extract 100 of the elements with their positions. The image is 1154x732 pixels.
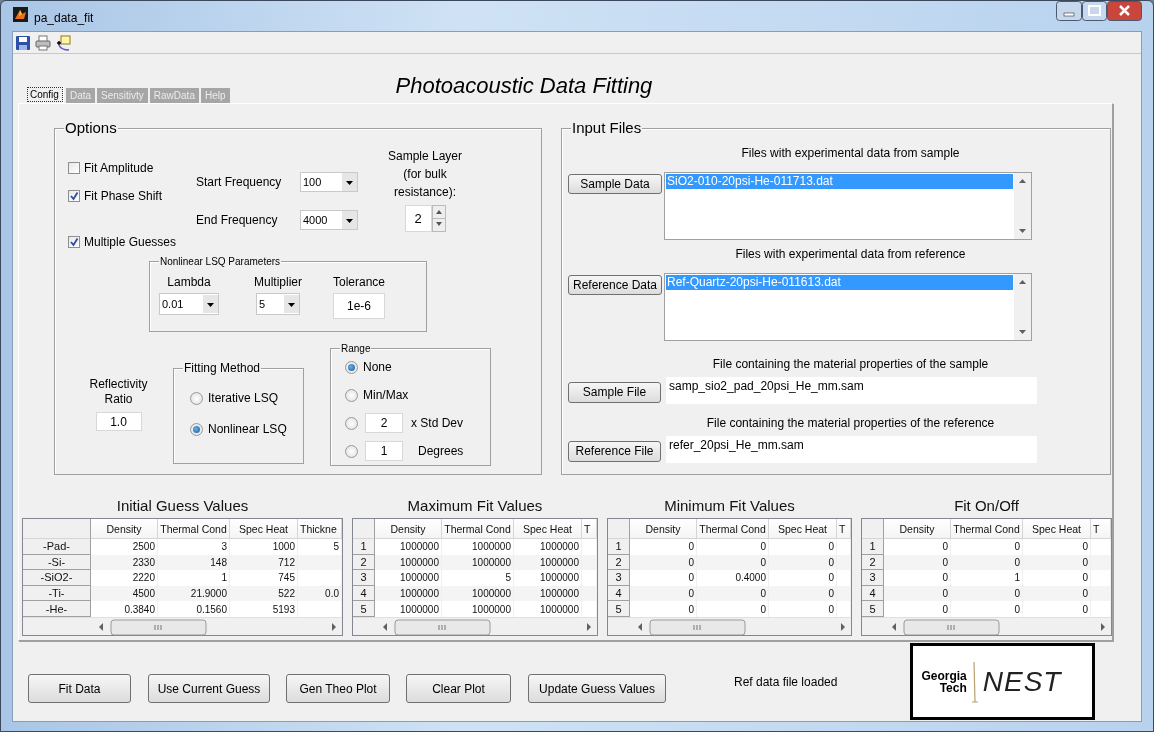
- radio-label: Iterative LSQ: [208, 391, 279, 405]
- table-cell: 0.1560: [158, 601, 230, 617]
- table-cell: 0: [769, 601, 837, 617]
- text-field[interactable]: 1e-6: [333, 293, 385, 319]
- column-header: Density: [630, 519, 697, 539]
- file-field[interactable]: samp_sio2_pad_20psi_He_mm.sam: [666, 377, 1037, 404]
- field-label: Sample Layer (for bulk resistance):: [386, 148, 463, 201]
- table-title: Minimum Fit Values: [664, 496, 795, 516]
- radio-button[interactable]: [345, 360, 358, 374]
- action-button[interactable]: Update Guess Values: [528, 674, 666, 703]
- caret-icon: [342, 210, 357, 229]
- field-label: Multiplier: [254, 275, 302, 289]
- close-icon[interactable]: [1107, 1, 1142, 21]
- row-header: 5: [608, 601, 630, 617]
- table-cell: 1000000: [442, 601, 514, 617]
- table-cell: 1000000: [375, 601, 442, 617]
- caption-text: Files with experimental data from reference: [734, 246, 967, 262]
- table-cell: 0: [769, 570, 837, 586]
- table-corner: [862, 519, 884, 539]
- table-cell: 745: [230, 570, 298, 586]
- table-cell: 0: [951, 539, 1023, 555]
- checkbox[interactable]: [68, 236, 80, 248]
- table-cell: 1000000: [375, 585, 442, 602]
- table-cell: 0: [1023, 554, 1091, 571]
- table-cell: 0: [884, 570, 951, 586]
- radio-button[interactable]: [345, 416, 358, 430]
- text-field[interactable]: 2: [365, 413, 403, 433]
- checkbox[interactable]: [68, 162, 80, 174]
- dropdown[interactable]: 5: [256, 293, 300, 315]
- table-cell: 0: [769, 539, 837, 555]
- radio-button[interactable]: [345, 444, 358, 458]
- table-cell: 1000000: [442, 585, 514, 602]
- minimize-icon[interactable]: [1056, 1, 1082, 21]
- radio-label: None: [363, 360, 392, 374]
- table-cell: 0: [769, 585, 837, 602]
- caption-text: Files with experimental data from sample: [740, 145, 961, 161]
- row-header: -SiO2-: [23, 570, 91, 586]
- table-cell: 0: [697, 539, 769, 555]
- radio-label: Min/Max: [363, 388, 409, 402]
- load-button[interactable]: Sample Data: [568, 174, 662, 194]
- check-icon: [69, 237, 79, 247]
- load-button[interactable]: Sample File: [568, 381, 661, 403]
- table-cell: 0.3840: [91, 601, 158, 617]
- vertical-scrollbar: [1014, 173, 1031, 239]
- table-cell: 5: [442, 570, 514, 586]
- save-icon[interactable]: [15, 34, 31, 51]
- tab[interactable]: Config: [26, 86, 64, 103]
- column-header: Spec Heat: [230, 519, 298, 539]
- radio-button[interactable]: [190, 422, 203, 436]
- table-cell: 0: [884, 585, 951, 602]
- table-cell: 0: [630, 539, 697, 555]
- radio-button[interactable]: [345, 388, 358, 402]
- dropdown[interactable]: 100: [300, 172, 358, 193]
- column-header: Density: [884, 519, 951, 539]
- file-field[interactable]: refer_20psi_He_mm.sam: [666, 436, 1037, 463]
- column-header: Spec Heat: [769, 519, 837, 539]
- table-cell: 1000000: [514, 585, 582, 602]
- table-cell: 0: [884, 601, 951, 617]
- field-label: Start Frequency: [196, 175, 283, 190]
- group-title: Range: [340, 342, 372, 354]
- table-cell: 522: [230, 585, 298, 602]
- field-label: End Frequency: [196, 212, 279, 227]
- text-field[interactable]: 1: [365, 441, 403, 461]
- table-cell: 2500: [91, 539, 158, 555]
- radio-button[interactable]: [190, 391, 203, 405]
- checkbox-label: Fit Amplitude: [84, 161, 154, 175]
- table-cell: 0: [951, 585, 1023, 602]
- table-cell: 1000000: [514, 570, 582, 586]
- dropdown[interactable]: 0.01: [159, 293, 219, 315]
- action-button[interactable]: Clear Plot: [406, 674, 511, 703]
- load-button[interactable]: Reference Data: [568, 275, 662, 295]
- column-header: Density: [91, 519, 158, 539]
- window-title: pa_data_fit: [34, 11, 94, 25]
- caret-icon: [342, 173, 357, 192]
- table-cell: 1000000: [514, 554, 582, 571]
- action-button[interactable]: Gen Theo Plot: [286, 674, 390, 703]
- column-header: T: [582, 519, 597, 539]
- maximize-icon[interactable]: [1082, 1, 1107, 21]
- checkbox[interactable]: [68, 190, 80, 202]
- table-cell: 1000000: [514, 601, 582, 617]
- table-cell: 0: [951, 601, 1023, 617]
- table-cell: 1000000: [375, 570, 442, 586]
- action-button[interactable]: Fit Data: [28, 674, 131, 703]
- table-cell: 2220: [91, 570, 158, 586]
- data-cursor-icon[interactable]: [55, 34, 71, 51]
- table-cell: 1: [158, 570, 230, 586]
- load-button[interactable]: Reference File: [568, 440, 661, 462]
- row-header: 3: [353, 570, 375, 586]
- action-button[interactable]: Use Current Guess: [148, 674, 270, 703]
- table-cell: 5193: [230, 601, 298, 617]
- text-field[interactable]: 1.0: [95, 412, 142, 431]
- column-header: Thermal Cond: [951, 519, 1023, 539]
- vertical-scrollbar: [1014, 274, 1031, 340]
- table-cell: 0: [630, 570, 697, 586]
- table-cell: 0: [1023, 570, 1091, 586]
- field-label: Reflectivity Ratio: [88, 377, 149, 407]
- spin-field[interactable]: 2: [404, 205, 432, 232]
- dropdown[interactable]: 4000: [300, 209, 358, 230]
- table-cell: 0: [884, 554, 951, 571]
- column-header: Thickne: [298, 519, 342, 539]
